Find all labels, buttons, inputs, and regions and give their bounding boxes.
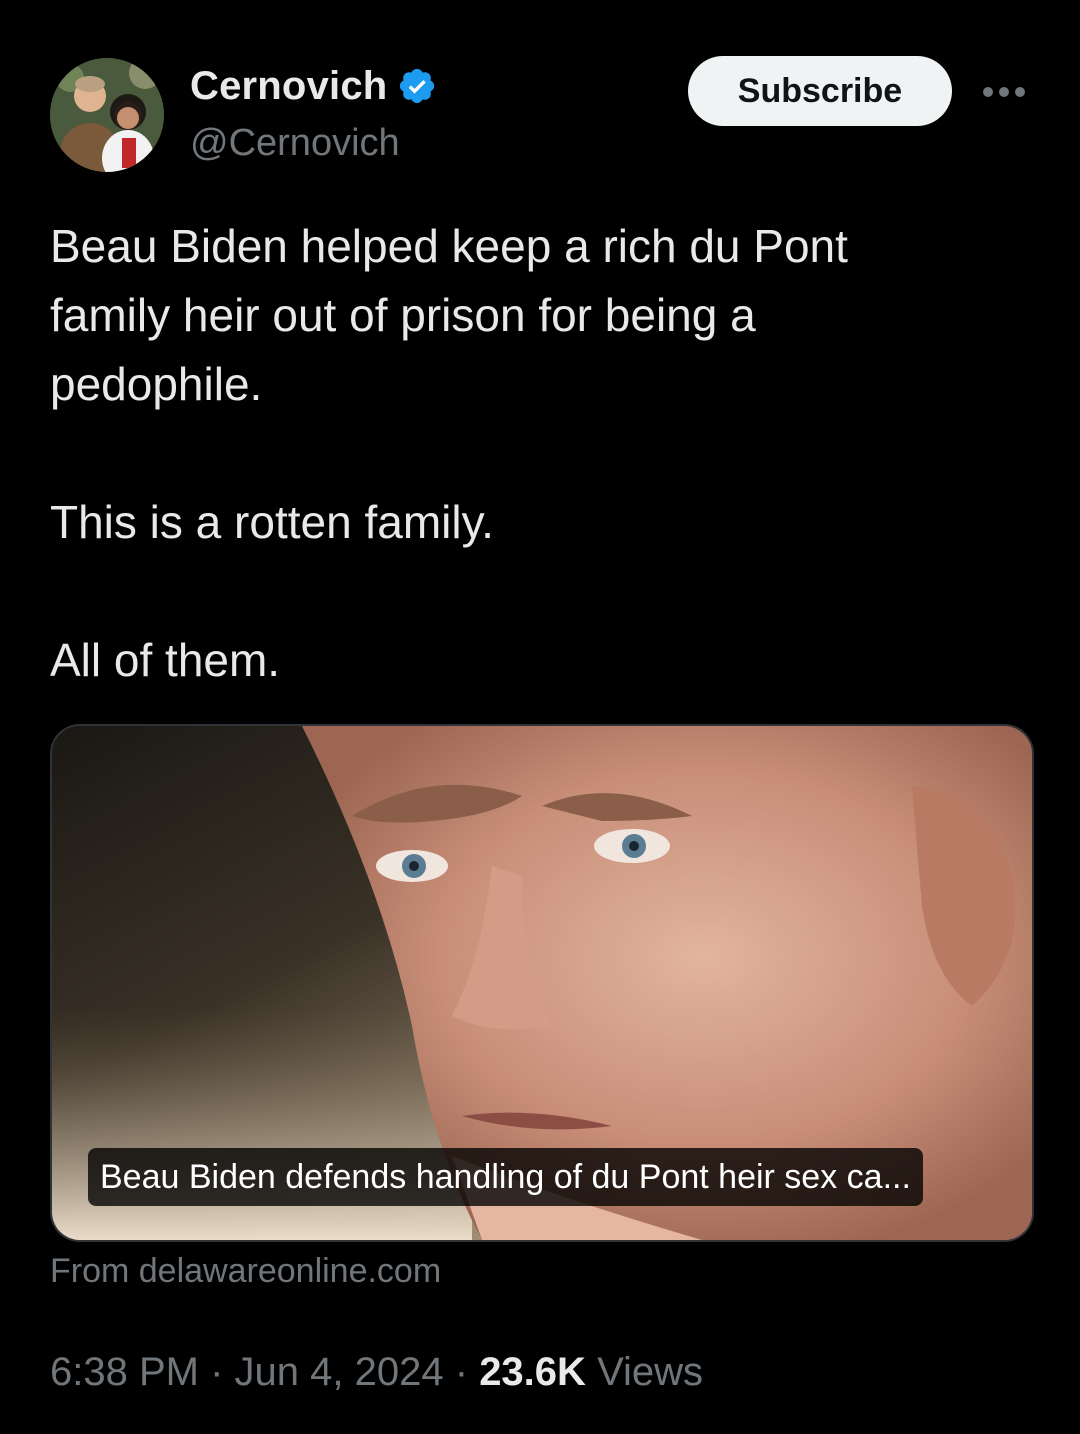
avatar-image	[50, 58, 164, 172]
author-info: Cernovich @Cernovich	[190, 60, 437, 165]
tweet-line: Beau Biden helped keep a rich du Pont	[50, 220, 848, 272]
meta-separator: ·	[210, 1350, 224, 1394]
verified-badge-icon[interactable]	[397, 66, 437, 106]
more-options-icon[interactable]	[980, 84, 1028, 100]
tweet-paragraph: All of them.	[50, 634, 281, 686]
display-name-row: Cernovich	[190, 60, 437, 112]
subscribe-button[interactable]: Subscribe	[688, 56, 952, 126]
link-card-caption: Beau Biden defends handling of du Pont h…	[88, 1148, 923, 1206]
meta-separator: ·	[454, 1350, 469, 1394]
avatar[interactable]	[50, 58, 164, 172]
link-card[interactable]: Beau Biden defends handling of du Pont h…	[50, 724, 1034, 1242]
tweet-time[interactable]: 6:38 PM	[50, 1350, 199, 1394]
tweet-text: Beau Biden helped keep a rich du Pont fa…	[50, 212, 1010, 695]
tweet-line: pedophile.	[50, 358, 263, 410]
tweet-date[interactable]: Jun 4, 2024	[235, 1350, 444, 1394]
handle[interactable]: @Cernovich	[190, 122, 437, 165]
tweet-header: Cernovich @Cernovich Subscribe	[50, 56, 1030, 176]
tweet-paragraph: This is a rotten family.	[50, 496, 494, 548]
tweet-line: family heir out of prison for being a	[50, 289, 756, 341]
views-label: Views	[597, 1350, 704, 1394]
display-name[interactable]: Cernovich	[190, 64, 387, 109]
link-card-source[interactable]: From delawareonline.com	[50, 1252, 441, 1291]
views-count: 23.6K	[479, 1350, 586, 1394]
tweet-meta: 6:38 PM · Jun 4, 2024 · 23.6K Views	[50, 1350, 703, 1395]
